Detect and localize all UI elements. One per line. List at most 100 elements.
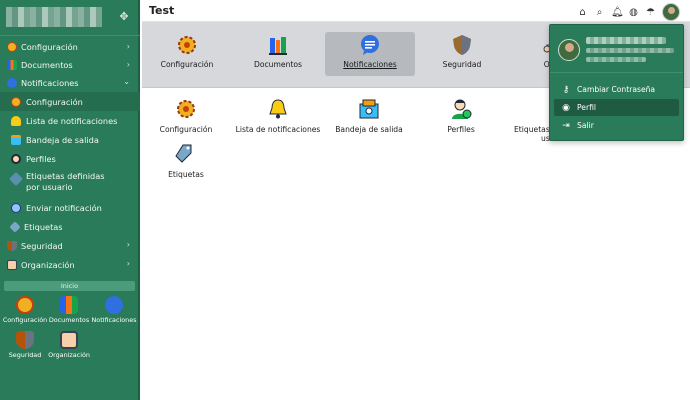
gear-icon [175, 98, 197, 120]
sidebar-subitem-label: Configuración [26, 96, 83, 107]
quick-link-label: Configuración [2, 316, 48, 324]
top-bar-actions: ⌂ ⌕ 🔔︎ ◍ ☂ [577, 3, 680, 21]
quick-link-label: Notificaciones [91, 316, 137, 324]
user-name-redacted [586, 37, 666, 44]
key-icon: ⚷ [562, 84, 570, 95]
sidebar-nav: Configuración › Documentos › Notificacio… [0, 35, 140, 274]
chat-bubble-icon [105, 296, 123, 314]
module-seguridad[interactable]: Seguridad [417, 32, 507, 76]
user-circle-icon: ◉ [562, 102, 570, 113]
quick-link-label: Seguridad [8, 351, 42, 359]
tile-label: Etiquetas [168, 170, 204, 179]
menu-item-label: Cambiar Contraseña [577, 85, 656, 94]
home-icon[interactable]: ⌂ [577, 7, 588, 18]
module-label: Documentos [254, 60, 302, 69]
shield-icon [7, 240, 17, 251]
chevron-right-icon: › [126, 259, 130, 268]
app: ✥ Configuración › Documentos › Notificac… [0, 0, 690, 400]
org-chart-icon [7, 259, 17, 270]
tile-etiquetas[interactable]: Etiquetas [141, 143, 231, 179]
tile-perfiles[interactable]: Perfiles [416, 98, 506, 134]
search-icon[interactable]: ⌕ [594, 7, 605, 18]
globe-icon[interactable]: ◍ [628, 7, 639, 18]
module-notificaciones[interactable]: Notificaciones [325, 32, 415, 76]
books-icon [267, 34, 289, 56]
sidebar-subitem-enviar-notificacion[interactable]: Enviar notificación [0, 198, 140, 217]
gear-icon [176, 34, 198, 56]
user-menu: ⚷ Cambiar Contraseña ◉ Perfil ⇥ Salir [549, 24, 684, 141]
umbrella-icon[interactable]: ☂ [645, 7, 656, 18]
sidebar-subitem-etiquetas[interactable]: Etiquetas [0, 217, 140, 236]
chevron-right-icon: › [126, 240, 130, 249]
logout-item[interactable]: ⇥ Salir [554, 117, 679, 134]
tile-label: Perfiles [447, 125, 475, 134]
sidebar-subitem-label: Perfiles [26, 153, 56, 164]
tile-label: Bandeja de salida [335, 125, 403, 134]
tile-label: Configuración [159, 125, 213, 134]
bell-icon [11, 115, 21, 126]
gear-icon [7, 42, 17, 52]
sidebar-item-configuracion[interactable]: Configuración › [0, 38, 140, 56]
sidebar-subitem-label: Lista de notificaciones [26, 115, 118, 126]
chevron-right-icon: › [126, 60, 130, 69]
books-icon [7, 60, 17, 70]
sidebar-item-label: Notificaciones [21, 78, 79, 88]
menu-item-label: Salir [577, 121, 594, 130]
sidebar-subitem-bandeja-salida[interactable]: Bandeja de salida [0, 130, 140, 149]
sidebar-item-label: Configuración [21, 42, 78, 52]
sidebar: ✥ Configuración › Documentos › Notificac… [0, 0, 140, 400]
bell-icon[interactable]: 🔔︎ [611, 7, 624, 18]
tag-icon [175, 143, 197, 165]
user-role-redacted [586, 57, 646, 62]
sidebar-item-label: Documentos [21, 60, 73, 70]
user-email-redacted [586, 48, 674, 53]
sidebar-item-organizacion[interactable]: Organización › [0, 255, 140, 274]
module-configuracion[interactable]: Configuración [142, 32, 232, 76]
module-label: Notificaciones [343, 60, 397, 69]
user-check-icon [450, 98, 472, 120]
sidebar-item-label: Organización [21, 259, 75, 270]
tile-bandeja-salida[interactable]: Bandeja de salida [324, 98, 414, 134]
tags-icon [8, 171, 24, 187]
top-bar: Test ⌂ ⌕ 🔔︎ ◍ ☂ [142, 0, 690, 22]
profile-item[interactable]: ◉ Perfil [554, 99, 679, 116]
chevron-down-icon: ⌄ [123, 77, 130, 86]
tag-icon [9, 220, 21, 233]
quick-link-seguridad[interactable]: Seguridad [2, 331, 48, 359]
module-documentos[interactable]: Documentos [233, 32, 323, 76]
sidebar-subitem-lista-notificaciones[interactable]: Lista de notificaciones [0, 111, 140, 130]
sidebar-subitem-label: Etiquetas definidas por usuario [26, 171, 105, 192]
chevron-right-icon: › [126, 42, 130, 51]
sidebar-item-documentos[interactable]: Documentos › [0, 56, 140, 74]
sidebar-item-notificaciones[interactable]: Notificaciones ⌄ [0, 74, 140, 92]
avatar[interactable] [662, 3, 680, 21]
sidebar-subitem-etiquetas-usuario[interactable]: Etiquetas definidas por usuario [0, 168, 140, 198]
books-icon [60, 296, 78, 314]
sidebar-subitem-perfiles[interactable]: Perfiles [0, 149, 140, 168]
quick-link-notificaciones[interactable]: Notificaciones [91, 296, 137, 324]
gear-icon [16, 296, 34, 314]
user-check-icon [11, 153, 21, 164]
chat-bubble-icon [359, 34, 381, 56]
tile-configuracion[interactable]: Configuración [141, 98, 231, 134]
sidebar-subitem-label: Enviar notificación [26, 202, 102, 213]
logout-icon: ⇥ [562, 120, 570, 131]
sidebar-subitem-configuracion[interactable]: Configuración [0, 92, 140, 111]
bell-icon [267, 98, 289, 120]
quick-link-documentos[interactable]: Documentos [46, 296, 92, 324]
shield-icon [16, 331, 34, 349]
quick-link-organizacion[interactable]: Organización [46, 331, 92, 359]
avatar [558, 39, 580, 61]
tile-lista-notificaciones[interactable]: Lista de notificaciones [233, 98, 323, 134]
quick-link-configuracion[interactable]: Configuración [2, 296, 48, 324]
tile-label: Lista de notificaciones [235, 125, 321, 134]
org-chart-icon [60, 331, 78, 349]
collapse-sidebar-icon[interactable]: ✥ [118, 11, 130, 23]
change-password-item[interactable]: ⚷ Cambiar Contraseña [554, 81, 679, 98]
inicio-header: Inicio [4, 281, 135, 291]
gear-icon [11, 96, 21, 107]
shield-icon [451, 34, 473, 56]
sidebar-item-seguridad[interactable]: Seguridad › [0, 236, 140, 255]
page-title: Test [149, 4, 175, 17]
brand-logo[interactable] [6, 7, 102, 27]
